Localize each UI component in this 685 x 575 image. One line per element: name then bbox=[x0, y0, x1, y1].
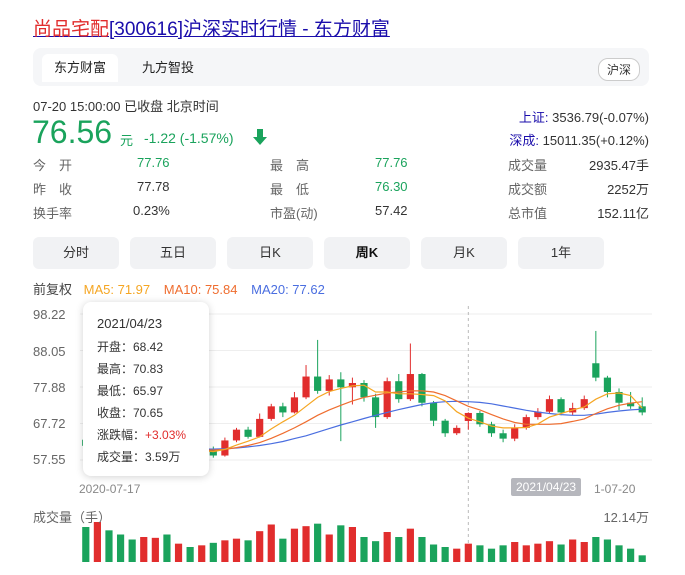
volume-bar bbox=[209, 542, 217, 562]
candle-body bbox=[267, 406, 275, 419]
volume-bar bbox=[256, 531, 264, 562]
volume-bar bbox=[314, 523, 322, 562]
volume-bar bbox=[128, 539, 136, 562]
volume-bar bbox=[383, 532, 391, 562]
tooltip-close: 收盘：70.65 bbox=[97, 406, 164, 420]
volume-bar bbox=[487, 548, 496, 562]
volume-bar bbox=[615, 545, 623, 562]
volume-panel-max: 12.14万 bbox=[603, 510, 649, 525]
candle-body bbox=[314, 376, 322, 391]
x-axis-end-date: 1-07-20 bbox=[594, 482, 636, 496]
volume-bar bbox=[441, 547, 449, 562]
candle-body bbox=[557, 399, 565, 413]
volume-bar bbox=[569, 539, 577, 562]
y-axis-label: 57.55 bbox=[33, 452, 66, 467]
x-axis-start-date: 2020-07-17 bbox=[79, 482, 141, 496]
candle-body bbox=[279, 406, 287, 413]
volume-bar bbox=[522, 545, 530, 562]
volume-bar bbox=[267, 524, 275, 562]
volume-bar bbox=[232, 538, 241, 562]
candle-body bbox=[545, 399, 554, 412]
tooltip-date: 2021/04/23 bbox=[97, 316, 163, 331]
y-axis-label: 77.88 bbox=[33, 380, 66, 395]
volume-bar bbox=[395, 537, 403, 562]
candle-body bbox=[244, 429, 252, 437]
candle-body bbox=[256, 418, 264, 437]
x-axis-hover-date: 2021/04/23 bbox=[511, 478, 582, 496]
tooltip-low: 最低：65.97 bbox=[97, 384, 164, 398]
candle-tooltip: 2021/04/23 开盘：68.42 最高：70.83 最低：65.97 收盘… bbox=[83, 302, 209, 476]
volume-bar bbox=[325, 534, 333, 562]
candle-body bbox=[511, 427, 519, 439]
candle-body bbox=[499, 433, 507, 439]
y-axis-label: 88.05 bbox=[33, 344, 66, 359]
volume-bar bbox=[406, 528, 414, 562]
candle-body bbox=[603, 377, 612, 392]
volume-bar bbox=[348, 527, 357, 562]
y-axis-label: 67.72 bbox=[33, 416, 66, 431]
volume-bar bbox=[151, 537, 159, 562]
volume-bar bbox=[511, 542, 519, 562]
tooltip-change: 涨跌幅：+3.03% bbox=[97, 426, 186, 443]
volume-bar bbox=[360, 537, 368, 562]
volume-bar bbox=[302, 526, 310, 562]
volume-bar bbox=[105, 530, 113, 562]
tooltip-volume: 成交量：3.59万 bbox=[97, 450, 181, 464]
volume-bar bbox=[453, 548, 461, 562]
volume-bar bbox=[198, 545, 206, 562]
candle-body bbox=[290, 397, 299, 413]
candle-body bbox=[337, 379, 345, 388]
volume-bar bbox=[429, 544, 438, 562]
tooltip-change-value: +3.03% bbox=[145, 428, 187, 442]
volume-bar bbox=[627, 548, 635, 562]
volume-bar bbox=[186, 547, 194, 562]
volume-bar bbox=[279, 538, 287, 562]
tooltip-high: 最高：70.83 bbox=[97, 362, 164, 376]
volume-bar bbox=[476, 545, 484, 562]
volume-bar bbox=[464, 543, 472, 562]
candle-body bbox=[232, 429, 241, 441]
candle-body bbox=[592, 363, 600, 378]
volume-bar bbox=[580, 542, 588, 562]
volume-bar bbox=[290, 528, 299, 562]
volume-bar bbox=[221, 540, 229, 562]
volume-bar bbox=[557, 544, 565, 562]
volume-bar bbox=[244, 540, 252, 562]
volume-bar bbox=[545, 541, 554, 562]
volume-bar bbox=[534, 543, 542, 562]
volume-bar bbox=[337, 525, 345, 562]
candle-body bbox=[406, 374, 414, 400]
candle-body bbox=[418, 374, 426, 403]
candle-body bbox=[453, 427, 461, 434]
tooltip-open: 开盘：68.42 bbox=[97, 340, 164, 354]
volume-bar bbox=[140, 537, 148, 562]
volume-bar bbox=[371, 541, 380, 562]
volume-bar bbox=[592, 537, 600, 562]
volume-bar bbox=[174, 543, 183, 562]
volume-bar bbox=[499, 545, 507, 562]
candle-body bbox=[302, 376, 310, 398]
candle-body bbox=[429, 402, 438, 421]
volume-panel-label: 成交量（手） bbox=[33, 510, 112, 525]
volume-bar bbox=[82, 527, 90, 562]
tooltip-change-label: 涨跌幅： bbox=[97, 428, 146, 442]
candle-body bbox=[325, 379, 333, 391]
volume-bar bbox=[163, 534, 171, 562]
volume-bar bbox=[638, 555, 646, 562]
volume-bar bbox=[603, 539, 612, 562]
volume-bar bbox=[418, 537, 426, 562]
y-axis-label: 98.22 bbox=[33, 307, 66, 322]
candle-body bbox=[441, 420, 449, 434]
volume-bar bbox=[93, 522, 101, 562]
candle-body bbox=[395, 381, 403, 400]
volume-bar bbox=[116, 534, 125, 562]
